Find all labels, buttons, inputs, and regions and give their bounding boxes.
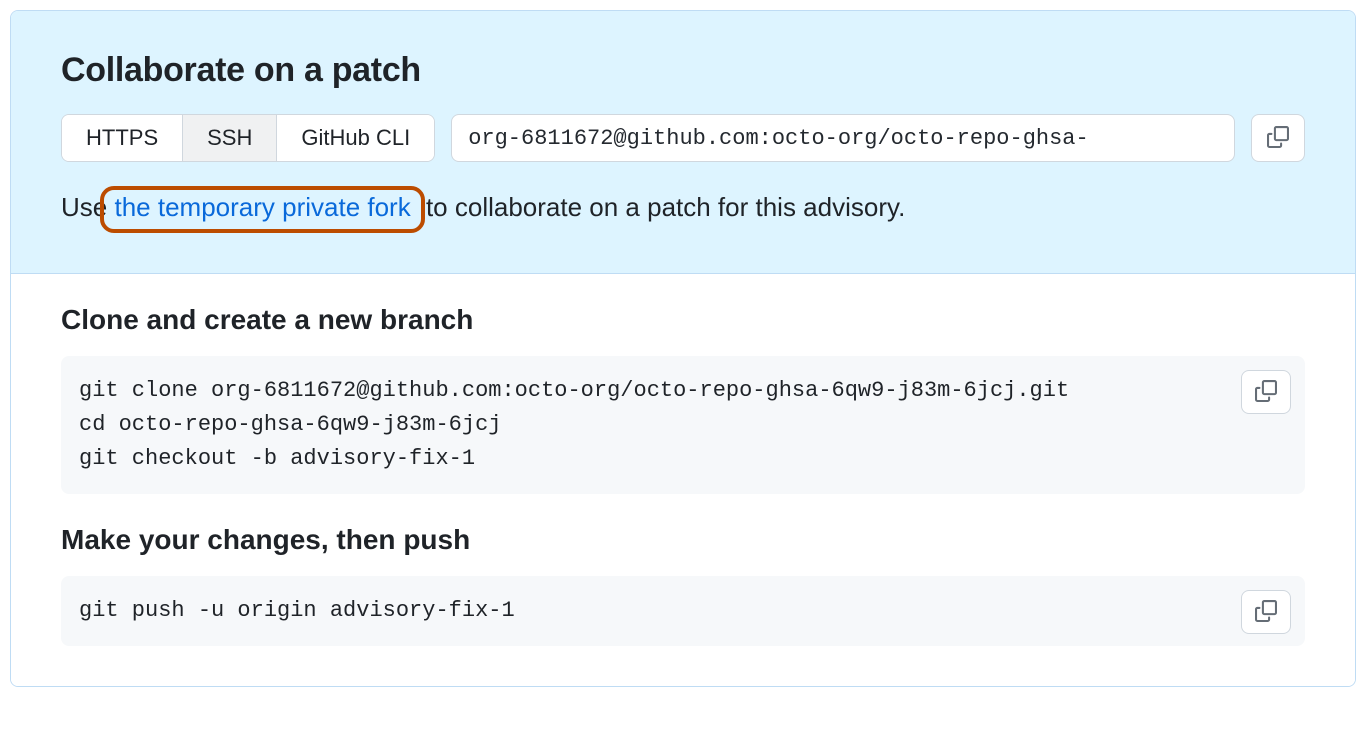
copy-push-code-button[interactable] bbox=[1241, 590, 1291, 634]
instructions-section: Clone and create a new branch git clone … bbox=[11, 273, 1355, 686]
clone-code[interactable]: git clone org-6811672@github.com:octo-or… bbox=[61, 356, 1305, 494]
push-code-block: git push -u origin advisory-fix-1 bbox=[61, 576, 1305, 646]
link-highlight-frame: the temporary private fork bbox=[100, 186, 424, 233]
helper-after: to collaborate on a patch for this advis… bbox=[426, 192, 905, 222]
header-section: Collaborate on a patch HTTPS SSH GitHub … bbox=[11, 11, 1355, 273]
tab-github-cli[interactable]: GitHub CLI bbox=[277, 115, 434, 161]
protocol-tabs: HTTPS SSH GitHub CLI bbox=[61, 114, 435, 162]
panel-title: Collaborate on a patch bbox=[61, 51, 1305, 90]
collaborate-panel: Collaborate on a patch HTTPS SSH GitHub … bbox=[10, 10, 1356, 687]
copy-clone-code-button[interactable] bbox=[1241, 370, 1291, 414]
push-section-title: Make your changes, then push bbox=[61, 524, 1305, 556]
copy-icon bbox=[1255, 380, 1277, 405]
clone-code-block: git clone org-6811672@github.com:octo-or… bbox=[61, 356, 1305, 494]
tab-https[interactable]: HTTPS bbox=[62, 115, 183, 161]
copy-url-button[interactable] bbox=[1251, 114, 1305, 162]
clone-url-input[interactable] bbox=[451, 114, 1235, 162]
clone-section-title: Clone and create a new branch bbox=[61, 304, 1305, 336]
push-code[interactable]: git push -u origin advisory-fix-1 bbox=[61, 576, 1305, 646]
private-fork-link[interactable]: the temporary private fork bbox=[114, 192, 410, 222]
clone-url-row: HTTPS SSH GitHub CLI bbox=[61, 114, 1305, 162]
copy-icon bbox=[1255, 600, 1277, 625]
helper-text: Use the temporary private fork to collab… bbox=[61, 186, 1305, 233]
tab-ssh[interactable]: SSH bbox=[183, 115, 277, 161]
copy-icon bbox=[1267, 126, 1289, 151]
